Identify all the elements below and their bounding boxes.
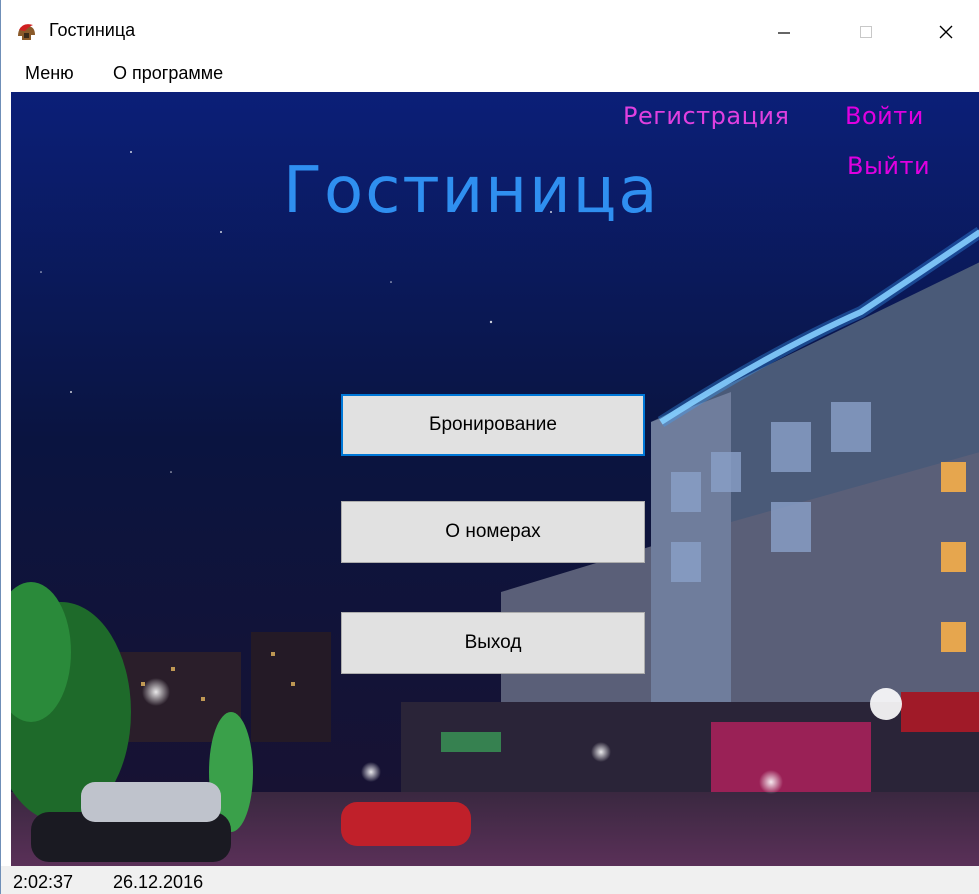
hotel-background-image: Регистрация Войти Выйти Гостиница Бронир…	[11, 92, 979, 866]
menu-item-menu[interactable]: Меню	[25, 63, 74, 84]
status-date: 26.12.2016	[113, 872, 204, 892]
menu-bar: Меню О программе	[1, 56, 979, 92]
exit-button[interactable]: Выход	[341, 612, 645, 674]
status-time: 2:02:37	[13, 872, 74, 892]
rooms-info-button[interactable]: О номерах	[341, 501, 645, 563]
menu-item-about[interactable]: О программе	[113, 63, 223, 84]
register-link[interactable]: Регистрация	[623, 102, 789, 130]
minimize-icon	[778, 32, 790, 34]
login-link[interactable]: Войти	[845, 102, 924, 130]
window-title: Гостиница	[49, 20, 136, 40]
maximize-button[interactable]	[843, 14, 889, 50]
status-bar: 2:02:37 26.12.2016	[1, 866, 979, 894]
booking-button[interactable]: Бронирование	[341, 394, 645, 456]
minimize-button[interactable]	[761, 14, 807, 50]
app-window: Гостиница Меню О программе Регистрация В…	[0, 0, 979, 894]
close-button[interactable]	[923, 14, 969, 50]
hero-title: Гостиница	[283, 154, 660, 228]
maximize-icon	[860, 26, 872, 38]
spartan-helmet-icon	[15, 22, 37, 44]
close-icon	[939, 25, 953, 39]
title-bar[interactable]: Гостиница	[1, 0, 979, 56]
logout-link[interactable]: Выйти	[847, 152, 930, 180]
